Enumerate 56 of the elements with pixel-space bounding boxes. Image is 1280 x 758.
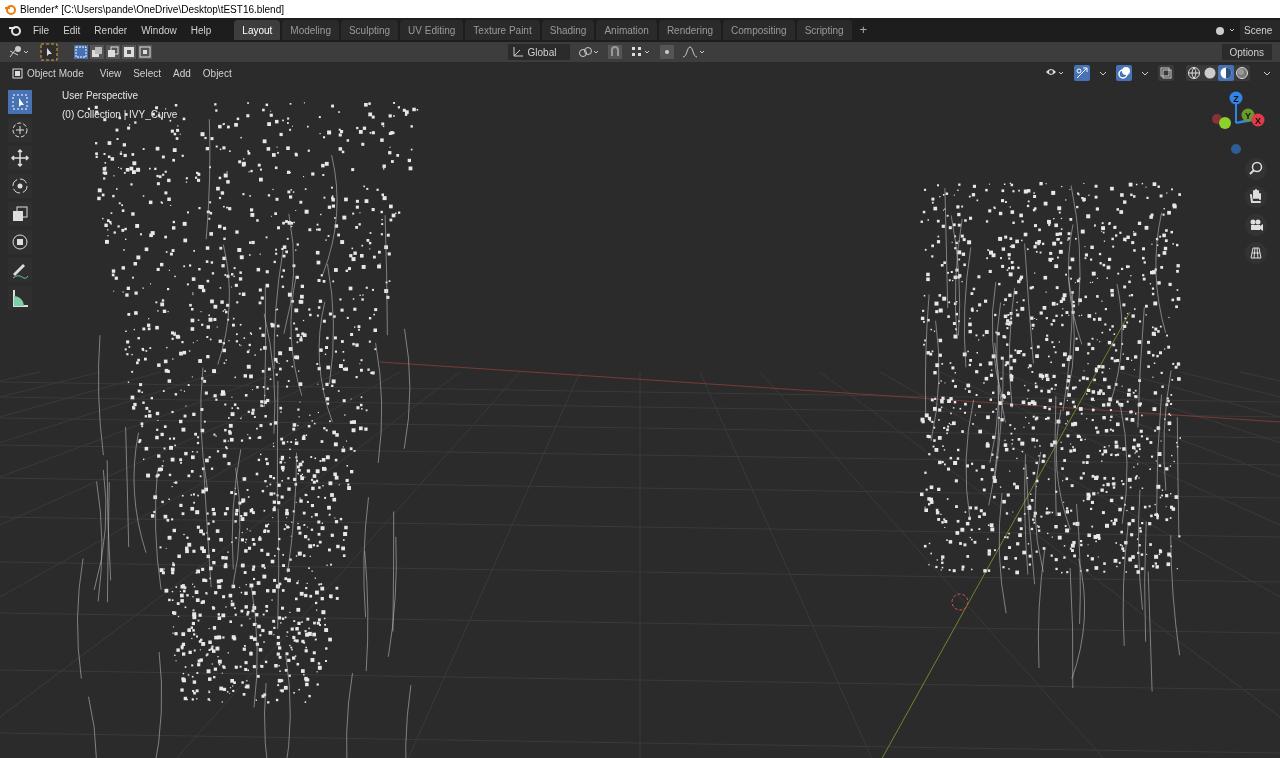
workspace-tab[interactable]: Animation	[596, 20, 657, 40]
menu-item[interactable]: Add	[173, 65, 191, 81]
gizmo-toggle-icon[interactable]	[1074, 65, 1090, 81]
invert-selection-icon[interactable]	[122, 45, 136, 59]
solid-shading-icon[interactable]	[1202, 65, 1218, 81]
workspace-tab[interactable]: Sculpting	[340, 20, 399, 40]
proportional-edit-icon[interactable]	[659, 45, 674, 59]
menu-item[interactable]: Render	[87, 22, 135, 38]
workspace-tab[interactable]: Modeling	[282, 20, 339, 40]
rendered-shading-icon[interactable]	[1234, 65, 1250, 81]
hand-icon[interactable]	[1245, 186, 1267, 208]
menu-item[interactable]: View	[99, 65, 122, 81]
menu-item[interactable]: Help	[183, 22, 219, 38]
axis-gizmo-drawing[interactable]: Z Y X	[1204, 90, 1268, 158]
menu-item[interactable]: Select	[133, 65, 161, 81]
viewport-info-text: User Perspective	[62, 89, 140, 103]
add-workspace-button[interactable]: +	[851, 20, 876, 40]
workspace-tab[interactable]: Layout	[234, 20, 281, 40]
select-mode-group[interactable]	[74, 45, 152, 59]
workspace-tab[interactable]: Texture Paint	[465, 20, 540, 40]
options-dropdown[interactable]: Options	[1221, 44, 1272, 60]
link-icon[interactable]	[577, 45, 600, 59]
grid-dots-icon[interactable]	[629, 45, 652, 59]
zoom-icon[interactable]	[1245, 158, 1267, 180]
menu-item[interactable]: File	[26, 22, 57, 38]
extend-selection-icon[interactable]	[90, 45, 104, 59]
falloff-curve-icon[interactable]	[681, 45, 706, 59]
select-tool-icon[interactable]	[40, 43, 58, 61]
scene-field[interactable]: Scene	[1240, 20, 1280, 40]
viewport-info-text: (0) Collection | IVY_Curve	[62, 108, 178, 122]
snap-icon[interactable]	[607, 45, 622, 59]
select-box-icon[interactable]	[8, 90, 32, 114]
grid-view-icon[interactable]	[1245, 242, 1267, 264]
workspace-tab[interactable]: UV Editing	[400, 20, 464, 40]
menu-item[interactable]: Window	[134, 22, 184, 38]
workspace-tab[interactable]: Rendering	[658, 20, 722, 40]
window-title: Blender* [C:\Users\pande\OneDrive\Desktop\tEST16.blend]	[20, 2, 285, 17]
wireframe-shading-icon[interactable]	[1186, 65, 1202, 81]
app-logo-icon[interactable]	[8, 24, 22, 36]
axes-icon	[511, 46, 524, 58]
menu-item[interactable]: Edit	[56, 22, 88, 38]
workspace-tab[interactable]: Shading	[541, 20, 595, 40]
material-shading-icon[interactable]	[1218, 65, 1234, 81]
move-icon[interactable]	[8, 146, 32, 170]
mode-dropdown[interactable]: Object Mode	[8, 65, 88, 81]
orientation-dropdown[interactable]: Global	[507, 44, 570, 60]
subtract-selection-icon[interactable]	[106, 45, 120, 59]
intersect-selection-icon[interactable]	[138, 45, 152, 59]
workspace-tab[interactable]: Scripting	[796, 20, 852, 40]
app-logo-icon	[4, 3, 16, 15]
xray-toggle-icon[interactable]	[1158, 65, 1174, 81]
cube-icon	[12, 67, 23, 79]
camera-icon[interactable]	[1245, 214, 1267, 236]
workspace-tab[interactable]: Compositing	[723, 20, 795, 40]
overlay-toggle-icon[interactable]	[1116, 65, 1132, 81]
menu-item[interactable]: Object	[202, 65, 232, 81]
